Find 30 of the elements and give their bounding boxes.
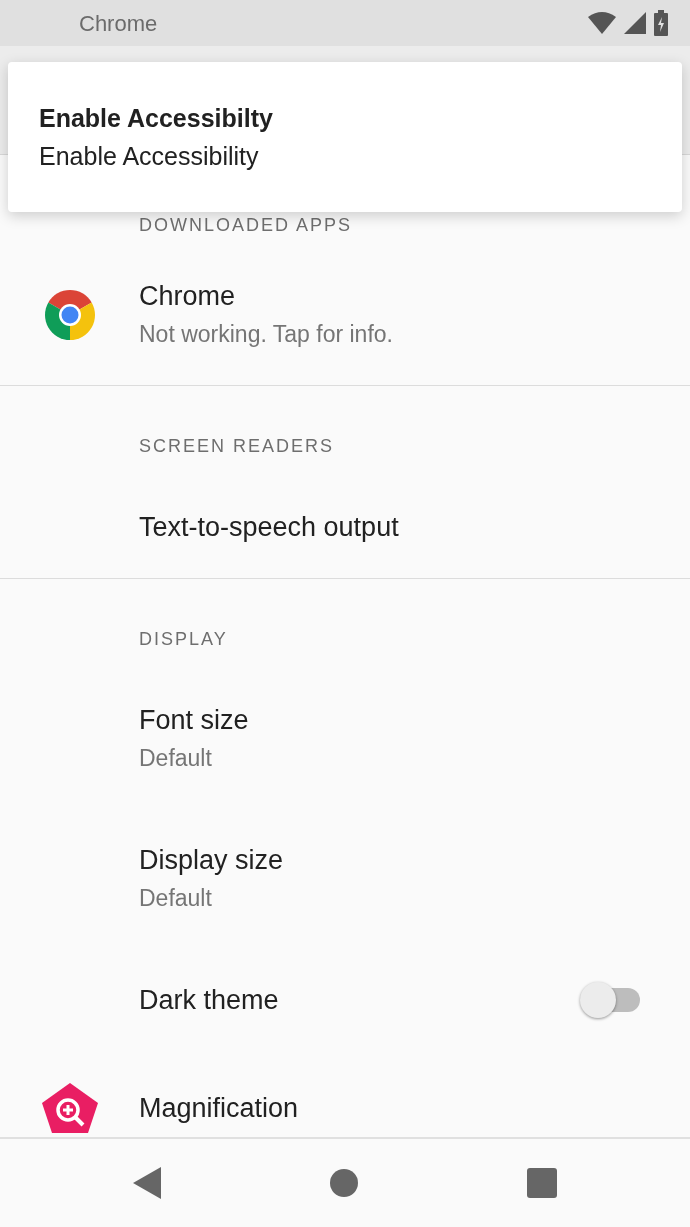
signal-icon: [624, 12, 646, 34]
toggle-switch[interactable]: [580, 982, 640, 1018]
section-header: DISPLAY: [139, 628, 228, 651]
item-title: Magnification: [139, 1092, 300, 1125]
item-title: Dark theme: [139, 984, 280, 1017]
home-icon[interactable]: [330, 1169, 358, 1197]
section-header: DOWNLOADED APPS: [139, 214, 353, 237]
settings-item[interactable]: Font size Default: [0, 669, 690, 809]
settings-item[interactable]: Dark theme: [0, 949, 690, 1051]
settings-item[interactable]: Chrome Not working. Tap for info.: [0, 245, 690, 385]
item-title: Font size: [139, 704, 250, 737]
item-title: Chrome: [139, 280, 237, 313]
settings-item[interactable]: Display size Default: [0, 809, 690, 949]
app-label: Chrome: [79, 9, 158, 38]
item-summary: Default: [139, 744, 213, 773]
wifi-icon: [588, 12, 616, 34]
back-icon[interactable]: [132, 1167, 161, 1199]
item-summary: Not working. Tap for info.: [139, 320, 394, 349]
battery-icon: [654, 10, 668, 36]
chrome-logo: [44, 290, 95, 340]
item-title: Display size: [139, 844, 285, 877]
settings-item[interactable]: Magnification: [0, 1051, 690, 1133]
notification-title: Enable Accessibilty: [39, 103, 274, 134]
magnification-icon: [40, 1083, 99, 1133]
item-title: Text-to-speech output: [139, 511, 400, 544]
item-summary: Default: [139, 884, 213, 913]
section-header: SCREEN READERS: [139, 435, 335, 458]
settings-item[interactable]: Text-to-speech output: [0, 476, 690, 578]
recents-icon[interactable]: [527, 1168, 558, 1198]
notification-text: Enable Accessibility: [39, 141, 260, 172]
